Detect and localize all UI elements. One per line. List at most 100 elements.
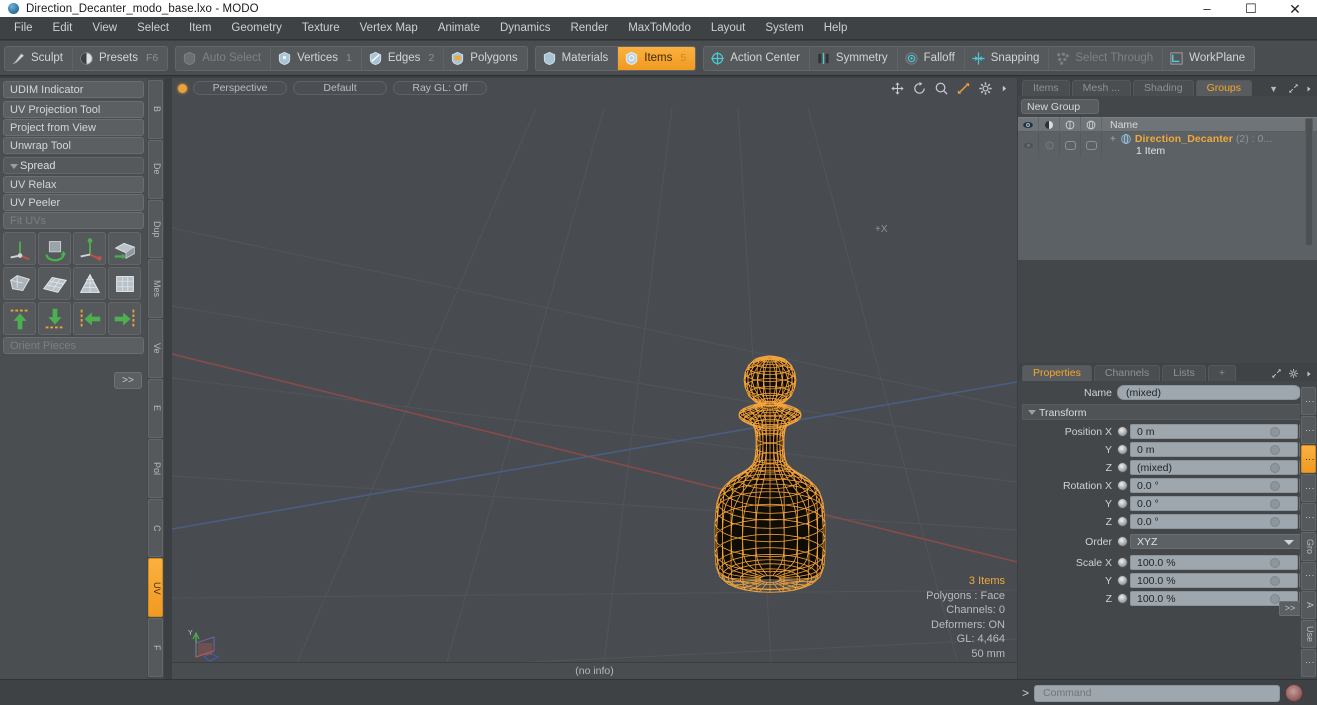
property-channel-toggle[interactable] xyxy=(1117,426,1128,437)
gear-icon[interactable] xyxy=(1288,368,1299,379)
menu-item-item[interactable]: Item xyxy=(179,17,221,40)
table-row[interactable]: + Direction_Decanter (2) : 0... 1 Item xyxy=(1018,132,1317,158)
vtab--0[interactable]: ⋮ xyxy=(1301,387,1316,416)
toolbar-button-symmetry[interactable]: Symmetry xyxy=(810,46,898,70)
command-input[interactable] xyxy=(1034,684,1281,702)
vtab-a-7[interactable]: A xyxy=(1301,590,1316,619)
tab-mesh-[interactable]: Mesh ... xyxy=(1071,80,1132,96)
menu-item-file[interactable]: File xyxy=(4,17,43,40)
tab-channels[interactable]: Channels xyxy=(1093,365,1161,381)
uv-tool-unwrap-tool[interactable]: Unwrap Tool xyxy=(3,137,144,154)
tab-groups[interactable]: Groups xyxy=(1195,80,1253,96)
toolbar-button-vertices[interactable]: Vertices 1 xyxy=(271,46,362,70)
expand-icon[interactable] xyxy=(1271,368,1282,379)
property-channel-toggle[interactable] xyxy=(1117,516,1128,527)
align-left-icon[interactable] xyxy=(73,302,106,335)
left-panel-more-button[interactable]: >> xyxy=(114,372,142,389)
property-value-field[interactable]: 0.0 ° xyxy=(1130,478,1298,493)
spread-tool-fit-uvs[interactable]: Fit UVs xyxy=(3,212,144,229)
menu-item-render[interactable]: Render xyxy=(560,17,618,40)
property-channel-toggle[interactable] xyxy=(1117,480,1128,491)
viewport-view-pill[interactable]: Perspective xyxy=(193,81,287,95)
row-render-toggle[interactable] xyxy=(1039,132,1060,158)
menu-item-animate[interactable]: Animate xyxy=(428,17,490,40)
vtab-mes-3[interactable]: Mes xyxy=(148,259,163,319)
viewport-canvas[interactable] xyxy=(172,78,1017,679)
lock-column-header[interactable] xyxy=(1060,117,1081,132)
menu-item-geometry[interactable]: Geometry xyxy=(221,17,292,40)
vtab-de-1[interactable]: De xyxy=(148,139,163,199)
viewport-raygl-pill[interactable]: Ray GL: Off xyxy=(393,81,487,95)
tab-lists[interactable]: Lists xyxy=(1162,365,1206,381)
groups-list-scrollbar[interactable] xyxy=(1305,118,1313,246)
property-value-field[interactable]: 0 m xyxy=(1130,442,1298,457)
fit-mesh-icon[interactable] xyxy=(3,267,36,300)
expander-icon[interactable]: + xyxy=(1110,134,1116,145)
toolbar-button-polygons[interactable]: Polygons xyxy=(444,47,526,70)
viewport-shading-pill[interactable]: Default xyxy=(293,81,387,95)
record-icon[interactable] xyxy=(1285,684,1304,702)
vtab-gro-5[interactable]: Gro xyxy=(1301,532,1316,561)
tab-shading[interactable]: Shading xyxy=(1133,80,1194,96)
property-value-field[interactable]: 0 m xyxy=(1130,424,1298,439)
gear-icon[interactable] xyxy=(978,81,993,96)
grid-uv-icon[interactable] xyxy=(38,267,71,300)
menu-item-vertex-map[interactable]: Vertex Map xyxy=(350,17,428,40)
minimize-button[interactable]: – xyxy=(1185,0,1229,17)
property-value-field[interactable]: 100.0 % xyxy=(1130,573,1298,588)
uv-tool-uv-projection-tool[interactable]: UV Projection Tool xyxy=(3,101,144,118)
row-lock-toggle[interactable] xyxy=(1060,132,1081,158)
new-group-button[interactable]: New Group xyxy=(1021,99,1099,114)
property-channel-toggle[interactable] xyxy=(1117,575,1128,586)
property-lock-dot[interactable] xyxy=(1270,576,1280,586)
property-lock-dot[interactable] xyxy=(1270,427,1280,437)
vtab-c-7[interactable]: C xyxy=(148,498,163,558)
property-value-field[interactable]: 0.0 ° xyxy=(1130,514,1298,529)
tab-items[interactable]: Items xyxy=(1022,80,1070,96)
name-field[interactable]: (mixed) xyxy=(1117,385,1301,400)
tab--[interactable]: + xyxy=(1207,365,1236,381)
property-lock-dot[interactable] xyxy=(1270,499,1280,509)
vtab--6[interactable]: ⋮ xyxy=(1301,561,1316,590)
menu-item-layout[interactable]: Layout xyxy=(701,17,756,40)
menu-item-select[interactable]: Select xyxy=(127,17,179,40)
move-uv-icon[interactable] xyxy=(3,232,36,265)
transform-section-header[interactable]: Transform xyxy=(1022,404,1313,420)
property-channel-toggle[interactable] xyxy=(1117,498,1128,509)
property-lock-dot[interactable] xyxy=(1270,558,1280,568)
properties-more-button[interactable]: >> xyxy=(1279,601,1301,616)
pan-icon[interactable] xyxy=(890,81,905,96)
toolbar-button-edges[interactable]: Edges 2 xyxy=(362,46,445,70)
vtab-dup-2[interactable]: Dup xyxy=(148,199,163,259)
toolbar-button-action-center[interactable]: Action Center xyxy=(704,46,810,70)
vtab--2[interactable]: ⋮ xyxy=(1301,445,1316,474)
align-down-icon[interactable] xyxy=(38,302,71,335)
vtab--4[interactable]: ⋮ xyxy=(1301,503,1316,532)
wireframe-column-header[interactable] xyxy=(1081,117,1102,132)
render-column-header[interactable] xyxy=(1039,117,1060,132)
align-up-icon[interactable] xyxy=(3,302,36,335)
cone-uv-icon[interactable] xyxy=(73,267,106,300)
menu-item-texture[interactable]: Texture xyxy=(292,17,350,40)
toolbar-button-snapping[interactable]: Snapping xyxy=(965,46,1050,70)
menu-item-system[interactable]: System xyxy=(755,17,813,40)
menu-item-view[interactable]: View xyxy=(82,17,127,40)
vtab--1[interactable]: ⋮ xyxy=(1301,416,1316,445)
groups-list-body[interactable]: + Direction_Decanter (2) : 0... 1 Item xyxy=(1018,132,1317,260)
property-lock-dot[interactable] xyxy=(1270,463,1280,473)
udim-indicator-button[interactable]: UDIM Indicator xyxy=(3,81,144,98)
flip-uv-icon[interactable] xyxy=(108,232,141,265)
property-dropdown[interactable]: XYZ xyxy=(1130,534,1301,549)
menu-item-dynamics[interactable]: Dynamics xyxy=(490,17,560,40)
spread-tool-uv-relax[interactable]: UV Relax xyxy=(3,176,144,193)
property-value-field[interactable]: (mixed) xyxy=(1130,460,1298,475)
vtab-uv-8[interactable]: UV xyxy=(148,558,163,618)
expand-icon[interactable] xyxy=(1288,83,1299,94)
toolbar-button-auto-select[interactable]: Auto Select xyxy=(176,46,272,70)
property-channel-toggle[interactable] xyxy=(1117,593,1128,604)
group-name[interactable]: Direction_Decanter xyxy=(1135,133,1233,145)
arrow-right-icon[interactable] xyxy=(1305,370,1313,378)
property-lock-dot[interactable] xyxy=(1270,481,1280,491)
property-value-field[interactable]: 100.0 % xyxy=(1130,591,1298,606)
maximize-button[interactable]: ☐ xyxy=(1229,0,1273,17)
